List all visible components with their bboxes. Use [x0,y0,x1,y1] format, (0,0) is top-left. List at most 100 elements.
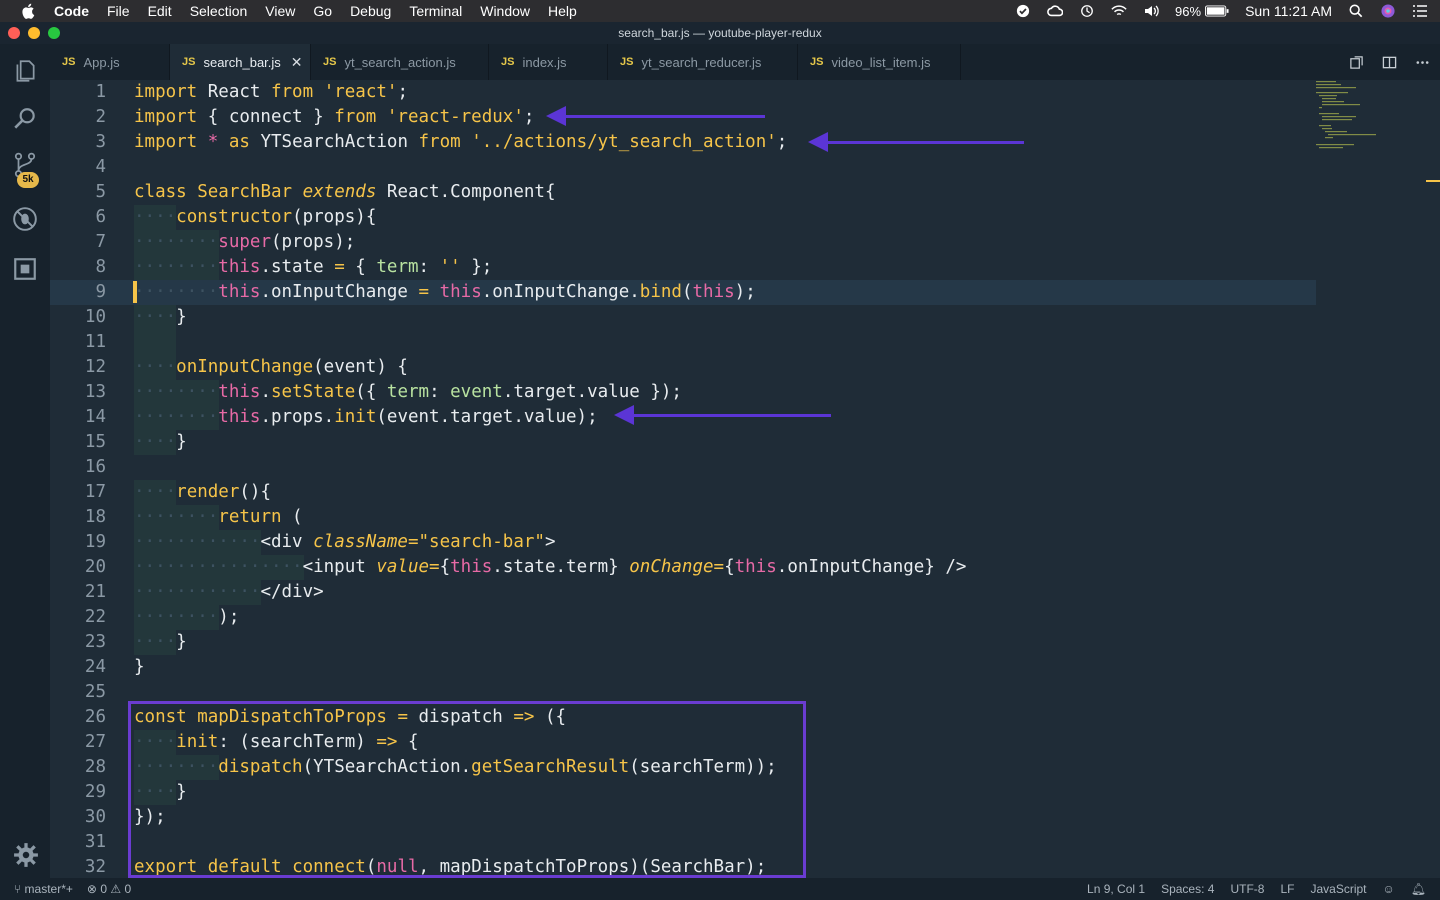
indentation-status[interactable]: Spaces: 4 [1161,882,1214,896]
more-actions-icon[interactable] [1415,55,1430,70]
tab-yt-search-reducer-js[interactable]: JS yt_search_reducer.js [608,44,798,80]
code-line[interactable]: 23 ····} [50,630,1316,655]
code-editor[interactable]: 1 import React from 'react'; 2 import { con… [50,80,1440,878]
code-line[interactable]: 3 import * as YTSearchAction from '../act… [50,130,1316,155]
git-branch-status[interactable]: ⑂ master*+ [14,882,73,896]
code-text: import React from 'react'; [134,80,408,105]
code-line[interactable]: 7 ········super(props); [50,230,1316,255]
code-token: > [544,532,556,552]
menu-help[interactable]: Help [548,3,577,19]
tab-search-bar-js[interactable]: JS search_bar.js ✕ [170,44,311,80]
code-token: * [207,132,219,152]
problems-status[interactable]: ⊗ 0 ⚠ 0 [87,882,131,896]
close-window-button[interactable] [8,27,20,39]
split-editor-icon[interactable] [1382,55,1397,70]
code-line[interactable]: 10 ····} [50,305,1316,330]
settings-gear-icon[interactable] [13,842,39,868]
encoding-status[interactable]: UTF-8 [1230,882,1264,896]
notifications-bell-icon[interactable]: 🔔︎ [1411,882,1426,896]
cursor-position[interactable]: Ln 9, Col 1 [1087,882,1145,896]
tab-index-js[interactable]: JS index.js [489,44,608,80]
search-icon[interactable] [12,106,38,132]
code-token: setState [271,382,356,402]
time-machine-icon[interactable] [1079,4,1095,18]
menu-window[interactable]: Window [480,3,530,19]
code-token: this [692,282,735,302]
line-number: 31 [84,832,106,852]
battery-icon[interactable] [1205,5,1229,17]
code-line[interactable]: 8 ········this.state = { term: '' }; [50,255,1316,280]
menu-view[interactable]: View [265,3,295,19]
tab-yt-search-action-js[interactable]: JS yt_search_action.js [311,44,489,80]
git-branch-name: master*+ [24,882,73,896]
menu-edit[interactable]: Edit [148,3,172,19]
code-line[interactable]: 6 ····constructor(props){ [50,205,1316,230]
code-line[interactable]: 5 class SearchBar extends React.Component… [50,180,1316,205]
code-line[interactable]: 20 ················<input value={this.sta… [50,555,1316,580]
code-line[interactable]: 15 ····} [50,430,1316,455]
menu-file[interactable]: File [107,3,130,19]
js-file-icon: JS [323,56,337,68]
menubar-clock[interactable]: Sun 11:21 AM [1245,3,1332,19]
open-changes-icon[interactable] [1349,55,1364,70]
whitespace-token: ········ [134,257,219,277]
scrollbar-cursor-marker[interactable] [1426,180,1440,182]
code-line[interactable]: 18 ········return ( [50,505,1316,530]
extensions-icon[interactable] [12,256,38,282]
code-token: term [376,257,419,277]
code-line[interactable]: 14 ········this.props.init(event.target.v… [50,405,1316,430]
tab-app-js[interactable]: JS App.js [50,44,170,80]
tab-video-list-item-js[interactable]: JS video_list_item.js [798,44,961,80]
code-line[interactable]: 9 ········this.onInputChange = this.onInp… [50,280,1316,305]
warning-count: 0 [124,882,132,896]
code-token: this [218,382,261,402]
code-line[interactable]: 22 ········); [50,605,1316,630]
code-line[interactable]: 19 ············<div className="search-bar… [50,530,1316,555]
language-mode[interactable]: JavaScript [1310,882,1366,896]
code-line[interactable]: 16 [50,455,1316,480]
menu-code[interactable]: Code [54,3,89,19]
code-text: ····render(){ [134,480,271,505]
notification-center-icon[interactable] [1412,4,1428,18]
code-line[interactable]: 17 ····render(){ [50,480,1316,505]
code-token: import [134,107,198,127]
menu-terminal[interactable]: Terminal [409,3,462,19]
menu-debug[interactable]: Debug [350,3,391,19]
whitespace-token: ········ [134,232,219,252]
zoom-window-button[interactable] [48,27,60,39]
whitespace-token: ········ [134,382,219,402]
debug-icon[interactable] [12,206,38,232]
line-number: 20 [84,557,106,577]
code-token: { [439,557,451,577]
explorer-icon[interactable] [12,58,38,84]
code-token: event [450,382,503,402]
annotation-arrow [614,405,831,425]
apple-icon[interactable] [18,3,40,19]
code-line[interactable]: 12 ····onInputChange(event) { [50,355,1316,380]
code-line[interactable]: 4 [50,155,1316,180]
whitespace-token: ········ [134,282,219,302]
code-line[interactable]: 13 ········this.setState({ term: event.ta… [50,380,1316,405]
code-line[interactable]: 24} [50,655,1316,680]
code-line[interactable]: 11 [50,330,1316,355]
code-token: <div [260,532,314,552]
wifi-icon[interactable] [1111,4,1127,18]
feedback-smiley-icon[interactable]: ☺ [1383,882,1395,896]
creative-cloud-icon[interactable] [1047,4,1064,18]
close-tab-icon[interactable]: ✕ [291,54,303,71]
volume-icon[interactable] [1143,4,1159,18]
menu-go[interactable]: Go [313,3,332,19]
minimize-window-button[interactable] [28,27,40,39]
eol-status[interactable]: LF [1280,882,1294,896]
whitespace-token: ···· [134,482,177,502]
menu-selection[interactable]: Selection [190,3,248,19]
spotlight-search-icon[interactable] [1348,4,1364,18]
check-circle-icon[interactable] [1015,4,1031,18]
tab-label: yt_search_action.js [344,54,456,70]
code-line[interactable]: 21 ············</div> [50,580,1316,605]
siri-icon[interactable] [1380,4,1396,18]
minimap[interactable] [1314,80,1394,150]
code-line[interactable]: 1 import React from 'react'; [50,80,1316,105]
code-token: </div> [260,582,324,602]
